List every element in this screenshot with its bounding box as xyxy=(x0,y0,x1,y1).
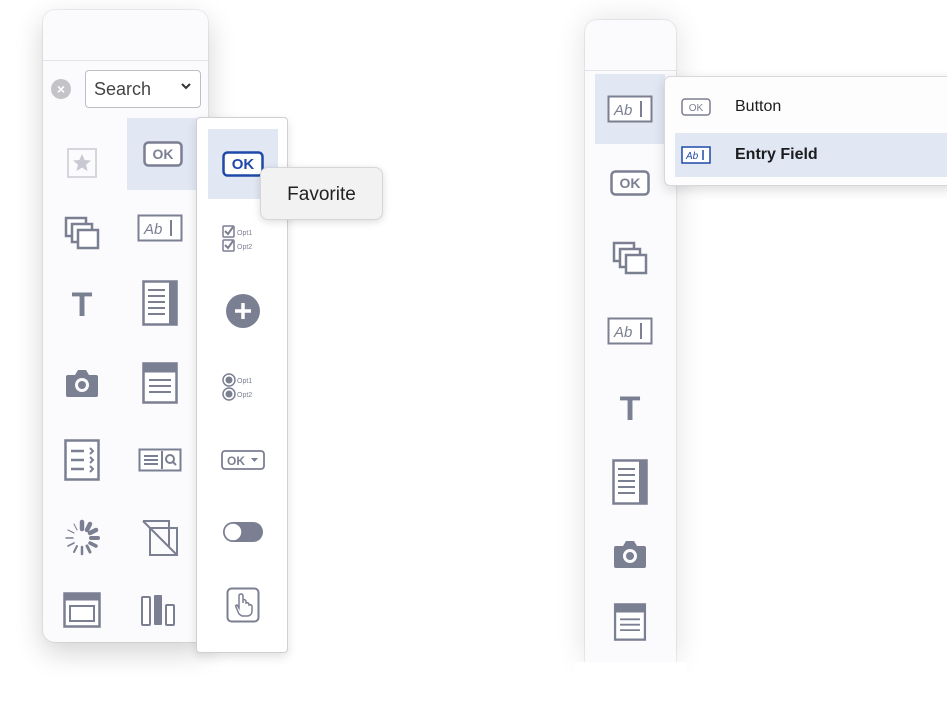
menu-item-button[interactable]: OK Button xyxy=(675,85,947,129)
panel-cutoff xyxy=(575,662,687,706)
entry-field-icon: Ab xyxy=(681,145,713,165)
popup-item-add[interactable] xyxy=(208,276,278,346)
svg-text:OK: OK xyxy=(620,175,641,191)
svg-text:Opt2: Opt2 xyxy=(237,244,252,251)
chevron-down-icon xyxy=(181,83,191,90)
popup-item-radio[interactable]: Opt1 Opt2 xyxy=(208,352,278,422)
right-palette-cell-camera[interactable] xyxy=(595,519,665,589)
bar-chart-icon xyxy=(141,595,175,626)
popup-button-icon: OK xyxy=(221,450,265,470)
palette-cell-entry-field[interactable]: Ab xyxy=(127,193,193,263)
palette-cell-button[interactable]: OK xyxy=(127,118,199,190)
svg-text:Opt1: Opt1 xyxy=(237,378,252,385)
palette-cell-scrolling-text[interactable] xyxy=(127,268,193,338)
text-icon: T xyxy=(72,287,93,319)
menu-item-entry-field[interactable]: Ab Entry Field xyxy=(675,133,947,177)
entry-field-glyph: Ab xyxy=(681,146,711,164)
svg-text:OK: OK xyxy=(689,103,704,114)
palette-cell-text[interactable]: T xyxy=(49,268,115,338)
progress-spinner-icon xyxy=(65,519,100,556)
list-window-icon xyxy=(142,362,178,404)
palette-cell-tab-view[interactable] xyxy=(49,198,115,268)
ok-button-icon: OK xyxy=(143,141,183,167)
right-palette-cell-entry-field-2[interactable]: Ab xyxy=(595,296,665,366)
entry-field-icon: Ab xyxy=(607,317,653,345)
favorite-tooltip: Favorite xyxy=(260,167,383,220)
left-palette: × Search OK Ab T xyxy=(43,10,208,642)
checkbox-group-icon: Opt1 Opt2 xyxy=(222,225,252,252)
svg-text:OK: OK xyxy=(153,146,174,162)
svg-text:T: T xyxy=(620,391,641,423)
palette-cell-camera[interactable] xyxy=(49,348,115,418)
camera-icon xyxy=(66,370,98,397)
svg-text:Ab: Ab xyxy=(685,151,699,162)
palette-cell-search-field[interactable] xyxy=(127,425,193,495)
camera-icon xyxy=(614,541,646,568)
popup-item-switch[interactable] xyxy=(208,497,278,567)
search-field-icon xyxy=(138,448,182,472)
svg-text:Opt1: Opt1 xyxy=(237,230,252,237)
overlapping-windows-icon xyxy=(612,241,648,275)
palette-cell-disclosure-list[interactable] xyxy=(49,425,115,495)
list-window-icon xyxy=(613,603,647,641)
palette-cell-list[interactable] xyxy=(127,348,193,418)
entry-field-icon: Ab xyxy=(607,95,653,123)
popup-item-touch-area[interactable] xyxy=(208,570,278,640)
entry-field-icon: Ab xyxy=(137,214,183,242)
image-placeholder-icon xyxy=(142,520,178,556)
palette-divider xyxy=(585,70,676,71)
favorite-star-icon xyxy=(67,148,97,178)
scrolling-text-icon xyxy=(612,459,648,505)
palette-cell-window[interactable] xyxy=(49,575,115,645)
svg-text:OK: OK xyxy=(232,156,255,173)
palette-divider xyxy=(43,60,208,61)
text-icon: T xyxy=(620,391,641,423)
ok-button-icon: OK xyxy=(222,151,264,177)
svg-text:OK: OK xyxy=(227,454,245,468)
svg-text:Ab: Ab xyxy=(143,221,162,238)
scrolling-text-icon xyxy=(142,280,178,326)
svg-text:Opt2: Opt2 xyxy=(237,392,252,399)
disclosure-list-icon xyxy=(64,439,100,481)
popup-item-popup-button[interactable]: OK xyxy=(208,425,278,495)
right-palette-cell-list[interactable] xyxy=(595,587,665,657)
right-palette-cell-button[interactable]: OK xyxy=(595,148,665,218)
menu-item-label: Button xyxy=(735,98,782,115)
search-dropdown[interactable]: Search xyxy=(85,70,201,108)
palette-cell-chart[interactable] xyxy=(127,575,193,645)
ok-button-icon: OK xyxy=(610,170,650,196)
window-frame-icon xyxy=(63,592,101,628)
palette-cell-image[interactable] xyxy=(127,503,193,573)
svg-text:T: T xyxy=(72,287,93,319)
touch-area-icon xyxy=(226,587,260,623)
svg-text:Ab: Ab xyxy=(613,324,632,341)
right-palette: Ab OK Ab T xyxy=(585,20,676,662)
radio-group-icon: Opt1 Opt2 xyxy=(222,373,252,401)
right-palette-cell-scrolling-text[interactable] xyxy=(595,447,665,517)
overlapping-windows-icon xyxy=(64,216,100,250)
element-type-menu: OK Button Ab Entry Field xyxy=(664,76,947,186)
palette-cell-progress[interactable] xyxy=(49,503,115,573)
svg-text:Ab: Ab xyxy=(613,102,632,119)
right-palette-cell-entry-field[interactable]: Ab xyxy=(595,74,665,144)
toggle-switch-icon xyxy=(223,522,263,542)
clear-search-button[interactable]: × xyxy=(51,79,71,99)
right-palette-cell-tab-view[interactable] xyxy=(595,223,665,293)
palette-cell-favorite[interactable] xyxy=(49,128,115,198)
add-circle-icon xyxy=(226,294,260,328)
menu-item-label: Entry Field xyxy=(735,146,818,163)
search-dropdown-value: Search xyxy=(94,79,152,99)
right-palette-cell-text[interactable]: T xyxy=(595,372,665,442)
ok-button-icon: OK xyxy=(681,97,713,117)
ok-button-glyph: OK xyxy=(681,98,711,116)
